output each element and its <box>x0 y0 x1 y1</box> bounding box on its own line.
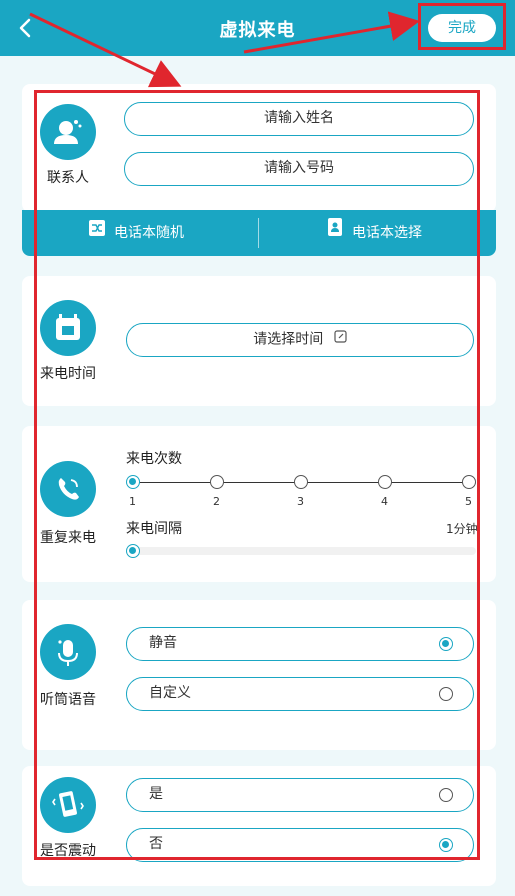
annotation-box-done <box>418 3 506 50</box>
annotation-frame <box>34 90 480 860</box>
